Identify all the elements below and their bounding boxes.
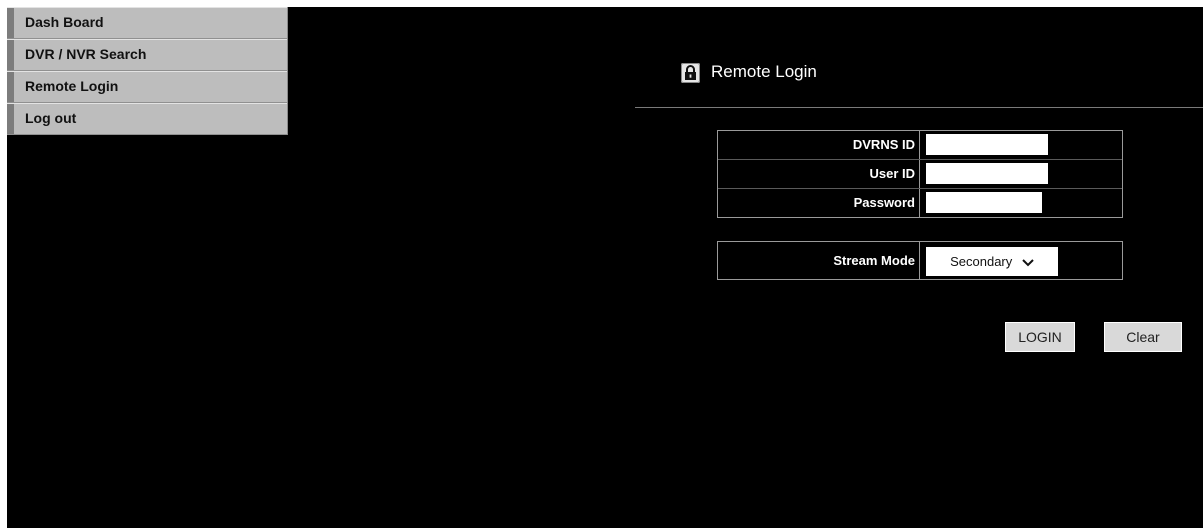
password-row: Password [718,189,1122,217]
stream-mode-value: Secondary [950,254,1013,269]
page-header: Remote Login [635,57,1203,108]
sidebar-menu: Dash Board DVR / NVR Search Remote Login… [7,7,288,135]
password-label: Password [718,189,920,217]
stream-mode-form: Stream Mode Secondary [717,241,1123,280]
lock-icon [681,63,700,83]
dvrns-id-label: DVRNS ID [718,131,920,159]
menu-item-dvr-nvr-search[interactable]: DVR / NVR Search [7,39,287,71]
dvrns-id-input[interactable] [926,134,1048,155]
page-title: Remote Login [711,62,817,81]
dvrns-id-row: DVRNS ID [718,131,1122,160]
chevron-down-icon [1022,248,1034,277]
user-id-label: User ID [718,160,920,188]
login-button[interactable]: LOGIN [1005,322,1075,352]
main-screen: Dash Board DVR / NVR Search Remote Login… [7,7,1203,528]
menu-item-logout[interactable]: Log out [7,103,287,135]
user-id-input[interactable] [926,163,1048,184]
menu-item-dashboard[interactable]: Dash Board [7,7,287,39]
stream-mode-select[interactable]: Secondary [926,247,1058,276]
user-id-row: User ID [718,160,1122,189]
menu-item-remote-login[interactable]: Remote Login [7,71,287,103]
login-form: DVRNS ID User ID Password [717,130,1123,218]
clear-button[interactable]: Clear [1104,322,1182,352]
stream-mode-label: Stream Mode [718,242,920,279]
password-input[interactable] [926,192,1042,213]
